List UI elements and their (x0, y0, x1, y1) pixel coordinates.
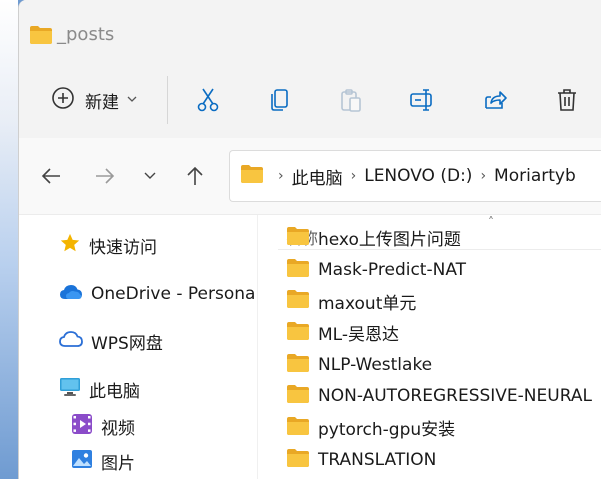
list-item-name: Mask-Predict-NAT (318, 259, 467, 280)
folder-icon (286, 258, 310, 282)
share-icon[interactable] (481, 86, 509, 114)
breadcrumb-drive[interactable]: LENOVO (D:) (364, 166, 472, 186)
folder-icon (286, 226, 310, 250)
command-bar: 新建 (19, 60, 601, 139)
video-icon (71, 413, 93, 439)
onedrive-cloud-icon (59, 283, 83, 305)
wps-cloud-icon (59, 330, 83, 352)
navigation-pane: 快速访问 OneDrive - Persona WPS网盘 此电脑 视频 图片 (19, 215, 257, 479)
paste-icon[interactable] (337, 86, 365, 114)
sidebar-item-label: WPS网盘 (91, 333, 163, 354)
plus-circle-icon (51, 86, 75, 114)
list-item[interactable]: hexo上传图片问题 (286, 222, 601, 254)
sidebar-item-pictures[interactable]: 图片 (71, 447, 135, 475)
navigation-bar: › 此电脑 › LENOVO (D:) › Moriartyb (19, 138, 601, 215)
title-bar: _posts (19, 0, 601, 60)
file-rows: hexo上传图片问题 Mask-Predict-NAT maxout单元 ML-吴恩达… (286, 222, 601, 476)
list-item-name: NLP-Westlake (318, 354, 433, 375)
sidebar-item-label: 快速访问 (89, 237, 157, 258)
cut-icon[interactable] (194, 86, 222, 114)
file-explorer-window: _posts 新建 › 此电脑 › LENOVO (D:) › Moriarty… (18, 0, 601, 479)
copy-icon[interactable] (266, 86, 294, 114)
sidebar-item-this-pc[interactable]: 此电脑 (59, 375, 140, 403)
star-icon (59, 232, 81, 258)
chevron-down-icon (127, 95, 137, 106)
breadcrumb-this-pc[interactable]: 此电脑 (292, 164, 343, 189)
chevron-right-icon[interactable]: › (480, 168, 486, 184)
list-item[interactable]: NLP-Westlake (286, 349, 601, 381)
sidebar-item-onedrive[interactable]: OneDrive - Persona (59, 280, 255, 308)
list-item-name: TRANSLATION (318, 449, 437, 470)
list-item[interactable]: Mask-Predict-NAT (286, 254, 601, 286)
list-item[interactable]: maxout单元 (286, 285, 601, 317)
desktop-background (0, 0, 18, 479)
list-item[interactable]: TRANSLATION (286, 444, 601, 476)
folder-icon (286, 448, 310, 472)
list-item-name: NON-AUTOREGRESSIVE-NEURAL (318, 386, 592, 407)
sidebar-item-label: 视频 (101, 418, 135, 439)
up-arrow-icon[interactable] (181, 162, 209, 190)
chevron-right-icon[interactable]: › (278, 168, 284, 184)
list-item-name: pytorch-gpu安装 (318, 420, 456, 441)
sidebar-item-quick-access[interactable]: 快速访问 (59, 231, 157, 259)
chevron-right-icon[interactable]: › (351, 168, 357, 184)
new-button[interactable]: 新建 (51, 86, 137, 114)
window-title: _posts (57, 24, 115, 45)
list-item-name: maxout单元 (318, 293, 417, 314)
folder-icon (29, 25, 53, 49)
folder-icon (286, 353, 310, 377)
rename-icon[interactable] (409, 86, 437, 114)
file-list: ˄ 名称 hexo上传图片问题Mask-Predict-NATmaxout单元M… (257, 215, 601, 479)
computer-icon (59, 377, 81, 401)
breadcrumb-folder[interactable]: Moriartyb (494, 166, 576, 186)
recent-locations-chevron-icon[interactable] (136, 162, 164, 190)
list-item[interactable]: ML-吴恩达 (286, 317, 601, 349)
picture-icon (71, 448, 93, 474)
sidebar-item-label: OneDrive - Persona (91, 284, 256, 304)
folder-icon (286, 416, 310, 440)
sidebar-item-label: 此电脑 (89, 381, 140, 402)
address-bar[interactable]: › 此电脑 › LENOVO (D:) › Moriartyb (229, 150, 601, 202)
list-item-name: hexo上传图片问题 (318, 230, 461, 251)
folder-icon (240, 164, 264, 188)
sidebar-item-videos[interactable]: 视频 (71, 412, 135, 440)
folder-icon (286, 289, 310, 313)
list-item[interactable]: pytorch-gpu安装 (286, 412, 601, 444)
list-item-name: ML-吴恩达 (318, 325, 399, 346)
delete-icon[interactable] (553, 86, 581, 114)
sidebar-item-wps[interactable]: WPS网盘 (59, 327, 163, 355)
new-button-label: 新建 (85, 92, 119, 113)
back-arrow-icon[interactable] (37, 162, 65, 190)
toolbar-divider (167, 76, 168, 124)
forward-arrow-icon[interactable] (91, 162, 119, 190)
folder-icon (286, 321, 310, 345)
list-item[interactable]: NON-AUTOREGRESSIVE-NEURAL (286, 380, 601, 412)
sidebar-item-label: 图片 (101, 453, 135, 474)
folder-icon (286, 384, 310, 408)
